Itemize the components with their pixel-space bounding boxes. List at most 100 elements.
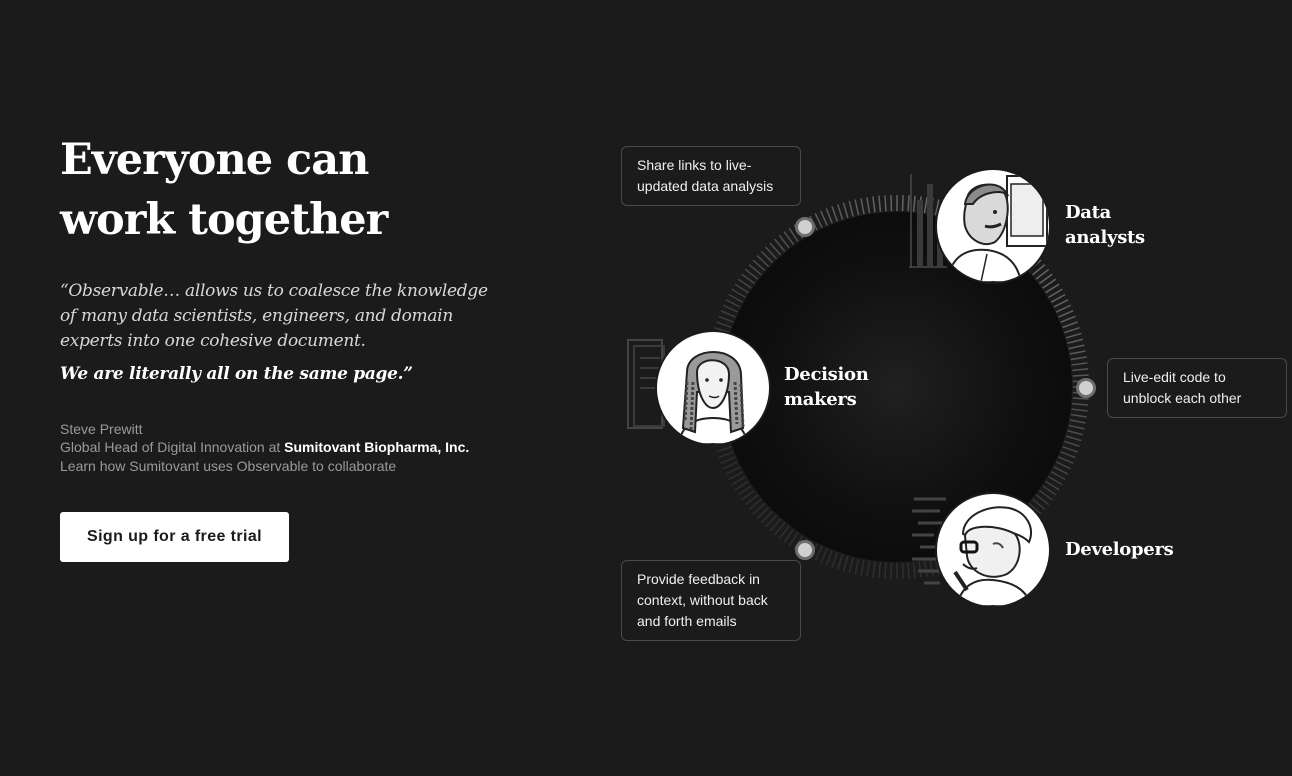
ring-tick	[1065, 435, 1082, 442]
ring-tick	[1067, 430, 1084, 436]
ring-tick	[1053, 299, 1069, 308]
attribution-name: Steve Prewitt	[60, 421, 143, 437]
attribution-role: Global Head of Digital Innovation at Sum…	[60, 438, 520, 456]
ring-tick	[1068, 344, 1085, 350]
ring-tick	[716, 445, 732, 453]
ring-tick	[731, 475, 746, 486]
ring-tick	[1055, 304, 1072, 313]
ring-tick	[848, 557, 854, 574]
ring-tick	[1072, 368, 1089, 372]
ring-tick	[1055, 461, 1072, 470]
ring-tick	[1048, 475, 1063, 486]
ring-tick	[820, 210, 828, 226]
ring-tick	[901, 195, 904, 212]
ring-tick	[720, 310, 736, 318]
ring-node-share	[795, 217, 815, 237]
attribution-role-prefix: Global Head of Digital Innovation at	[60, 439, 281, 455]
ring-tick	[854, 558, 860, 575]
ring-tick	[825, 208, 833, 224]
ring-tick	[860, 198, 865, 215]
ring-tick	[866, 560, 871, 577]
ring-tick	[836, 554, 844, 570]
ring-tick	[1062, 445, 1078, 453]
ring-tick	[718, 451, 734, 459]
ring-tick	[1072, 397, 1089, 400]
callout-feedback: Provide feedback in context, without bac…	[621, 560, 801, 641]
ring-tick	[1070, 356, 1087, 361]
ring-tick	[884, 195, 887, 212]
role-label-decision-makers: Decision makers	[784, 364, 869, 410]
role-label-data-analysts: Data analysts	[1065, 202, 1145, 248]
ring-tick	[1050, 293, 1066, 303]
ring-tick	[825, 550, 833, 566]
ring-tick	[872, 196, 876, 213]
collaboration-diagram: Share links to live-updated data analysi…	[600, 120, 1292, 680]
free-trial-button[interactable]: Sign up for a free trial	[60, 512, 289, 562]
ring-tick	[814, 545, 823, 562]
ring-tick	[1069, 350, 1086, 355]
ring-tick	[878, 562, 882, 579]
ring-tick	[725, 299, 741, 308]
ring-tick	[884, 562, 887, 579]
ring-tick	[1065, 332, 1082, 339]
ring-tick	[722, 304, 739, 313]
ring-tick	[854, 199, 860, 216]
ring-tick	[890, 562, 893, 579]
ring-tick	[1068, 424, 1085, 430]
ring-tick	[728, 293, 744, 303]
page-headline: Everyone can work together	[60, 130, 500, 250]
testimonial-quote: “Observable… allows us to coalesce the k…	[60, 281, 488, 351]
case-study-link[interactable]: Learn how Sumitovant uses Observable to …	[60, 457, 520, 475]
attribution-company: Sumitovant Biopharma, Inc.	[284, 439, 470, 455]
ring-tick	[878, 195, 882, 212]
headline-line-2: work together	[60, 195, 388, 245]
ring-tick	[1070, 413, 1087, 418]
ring-tick	[1058, 310, 1074, 318]
ring-node-live-edit	[1076, 378, 1096, 398]
ring-tick	[716, 321, 732, 329]
ring-tick	[1067, 338, 1084, 344]
decision-maker-avatar	[655, 330, 771, 446]
ring-tick	[836, 204, 844, 220]
developer-avatar	[935, 492, 1051, 608]
ring-tick	[831, 206, 839, 222]
ring-tick	[907, 562, 910, 579]
ring-tick	[1060, 315, 1076, 323]
ring-tick	[1071, 408, 1088, 412]
ring-tick	[725, 466, 741, 475]
ring-tick	[720, 456, 736, 464]
ring-tick	[848, 200, 854, 217]
ring-tick	[1050, 471, 1066, 481]
ring-tick	[842, 555, 849, 572]
ring-tick	[1069, 419, 1086, 424]
data-analyst-avatar	[935, 168, 1051, 284]
ring-tick	[1058, 456, 1074, 464]
ring-tick	[728, 471, 744, 481]
ring-tick	[1072, 374, 1089, 377]
ring-tick	[842, 202, 849, 219]
ring-tick	[901, 562, 904, 579]
ring-tick	[1064, 440, 1080, 448]
ring-tick	[731, 288, 746, 299]
ring-tick	[872, 561, 876, 578]
ring-tick	[1071, 362, 1088, 366]
callout-live-edit: Live-edit code to unblock each other	[1107, 358, 1287, 418]
headline-line-1: Everyone can	[60, 135, 369, 185]
ring-tick	[1060, 451, 1076, 459]
ring-tick	[831, 552, 839, 568]
ring-tick	[1062, 321, 1078, 329]
role-label-developers: Developers	[1065, 539, 1174, 560]
testimonial-quote-emphasis: We are literally all on the same page.”	[60, 364, 413, 384]
ring-node-feedback	[795, 540, 815, 560]
testimonial-attribution: Steve Prewitt Global Head of Digital Inn…	[60, 420, 520, 475]
ring-tick	[890, 195, 893, 212]
ring-tick	[718, 315, 734, 323]
ring-tick	[1064, 326, 1080, 334]
ring-tick	[1048, 288, 1063, 299]
ring-tick	[820, 548, 828, 564]
callout-share-links: Share links to live-updated data analysi…	[621, 146, 801, 206]
ring-tick	[1053, 466, 1069, 475]
ring-tick	[866, 197, 871, 214]
ring-tick	[860, 559, 865, 576]
ring-tick	[1072, 402, 1089, 406]
